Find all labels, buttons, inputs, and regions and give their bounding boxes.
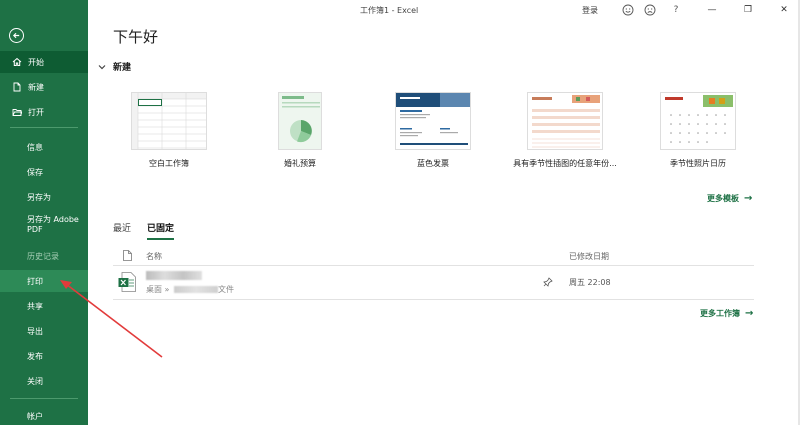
template-thumbnail [278, 92, 322, 150]
divider [113, 265, 754, 266]
sidebar-item-save[interactable]: 保存 [0, 161, 88, 183]
chevron-down-icon [98, 64, 106, 69]
more-templates-link[interactable]: 更多模板 → [707, 193, 752, 204]
tab-recent[interactable]: 最近 [113, 221, 131, 240]
restore-button[interactable]: ❐ [742, 4, 754, 16]
sidebar-item-label: 历史记录 [27, 251, 59, 261]
template-thumbnail [660, 92, 736, 150]
template-thumbnail [527, 92, 603, 150]
arrow-right-icon: → [745, 308, 754, 319]
sidebar-item-label: 打开 [28, 107, 44, 117]
sidebar-item-home[interactable]: 开始 [0, 51, 88, 73]
more-workbooks-link[interactable]: 更多工作簿 → [700, 308, 753, 319]
sidebar-item-print[interactable]: 打印 [0, 270, 88, 292]
sidebar-item-export[interactable]: 导出 [0, 320, 88, 342]
sidebar-item-label: 共享 [27, 301, 43, 311]
sidebar-item-publish[interactable]: 发布 [0, 345, 88, 367]
template-label: 空白工作簿 [149, 159, 189, 168]
smile-feedback-icon[interactable] [622, 4, 634, 16]
sidebar-item-label: 开始 [28, 57, 44, 67]
template-label: 蓝色发票 [417, 159, 449, 168]
file-modified-date: 周五 22:08 [569, 278, 611, 287]
template-wedding-budget[interactable]: 婚礼预算 [240, 92, 360, 169]
sidebar-item-share[interactable]: 共享 [0, 295, 88, 317]
sidebar-item-account[interactable]: 帐户 [0, 405, 88, 425]
home-icon [12, 57, 22, 67]
template-blank-workbook[interactable]: 空白工作簿 [109, 92, 229, 169]
backstage-sidebar: 开始 新建 打开 信息 保存 另存为 另存为 Adobe PDF 历史记录 打印… [0, 0, 88, 425]
new-section-title: 新建 [113, 63, 132, 73]
file-path-prefix: 桌面 » [146, 285, 172, 294]
minimize-button[interactable]: — [706, 4, 718, 16]
arrow-right-icon: → [744, 193, 753, 204]
file-type-icon [123, 250, 132, 261]
file-list-header: 名称 已修改日期 [113, 250, 754, 264]
template-seasonal-photo-calendar[interactable]: 季节性照片日历 [638, 92, 758, 169]
sidebar-item-label: 关闭 [27, 376, 43, 386]
template-label: 婚礼预算 [284, 159, 316, 168]
sidebar-item-label: 另存为 [27, 192, 51, 202]
sidebar-divider [10, 127, 78, 128]
sidebar-item-label: 帐户 [27, 411, 43, 421]
file-list-row[interactable]: 桌面 » 文件 周五 22:08 [113, 268, 754, 298]
divider [113, 299, 754, 300]
sidebar-item-history: 历史记录 [0, 245, 88, 267]
sidebar-item-label: 另存为 Adobe PDF [27, 215, 79, 234]
excel-file-icon [118, 272, 136, 292]
sidebar-item-label: 新建 [28, 82, 44, 92]
file-path-suffix: 文件 [217, 285, 234, 294]
new-section-toggle[interactable]: 新建 [97, 60, 131, 73]
template-label: 具有季节性插图的任意年份... [513, 159, 617, 168]
new-doc-icon [12, 82, 22, 92]
sidebar-item-label: 发布 [27, 351, 43, 361]
sidebar-divider [10, 398, 78, 399]
greeting-heading: 下午好 [113, 28, 159, 46]
sidebar-item-label: 打印 [27, 276, 43, 286]
template-thumbnail [131, 92, 207, 150]
back-arrow-icon[interactable] [9, 28, 24, 43]
sidebar-item-info[interactable]: 信息 [0, 136, 88, 158]
file-path-redacted [173, 286, 218, 293]
folder-open-icon [12, 107, 22, 117]
sidebar-item-save-as-pdf[interactable]: 另存为 Adobe PDF [27, 215, 85, 235]
frown-feedback-icon[interactable] [644, 4, 656, 16]
template-blue-invoice[interactable]: 蓝色发票 [373, 92, 493, 169]
titlebar-controls: 登录 ? — ❐ ✕ [582, 4, 790, 16]
sidebar-item-new[interactable]: 新建 [0, 76, 88, 98]
column-name-header[interactable]: 名称 [146, 251, 162, 262]
login-link[interactable]: 登录 [582, 5, 598, 16]
help-icon[interactable]: ? [670, 4, 682, 16]
file-name-redacted [146, 271, 202, 280]
more-workbooks-label: 更多工作簿 [700, 309, 740, 318]
sidebar-item-label: 信息 [27, 142, 43, 152]
window-title: 工作簿1 - Excel [360, 6, 419, 15]
template-label: 季节性照片日历 [670, 159, 726, 168]
sidebar-item-open[interactable]: 打开 [0, 101, 88, 123]
sidebar-item-save-as[interactable]: 另存为 [0, 186, 88, 208]
file-tabs: 最近 已固定 [113, 221, 175, 240]
file-path: 桌面 » 文件 [146, 284, 234, 295]
sidebar-item-label: 保存 [27, 167, 43, 177]
more-templates-label: 更多模板 [707, 194, 739, 203]
template-thumbnail [395, 92, 471, 150]
close-button[interactable]: ✕ [778, 4, 790, 16]
tab-pinned[interactable]: 已固定 [147, 221, 175, 240]
column-date-header[interactable]: 已修改日期 [569, 251, 609, 262]
pin-icon[interactable] [543, 277, 553, 287]
sidebar-item-label: 导出 [27, 326, 43, 336]
template-seasonal-any-year[interactable]: 具有季节性插图的任意年份... [505, 92, 625, 169]
sidebar-item-close[interactable]: 关闭 [0, 370, 88, 392]
